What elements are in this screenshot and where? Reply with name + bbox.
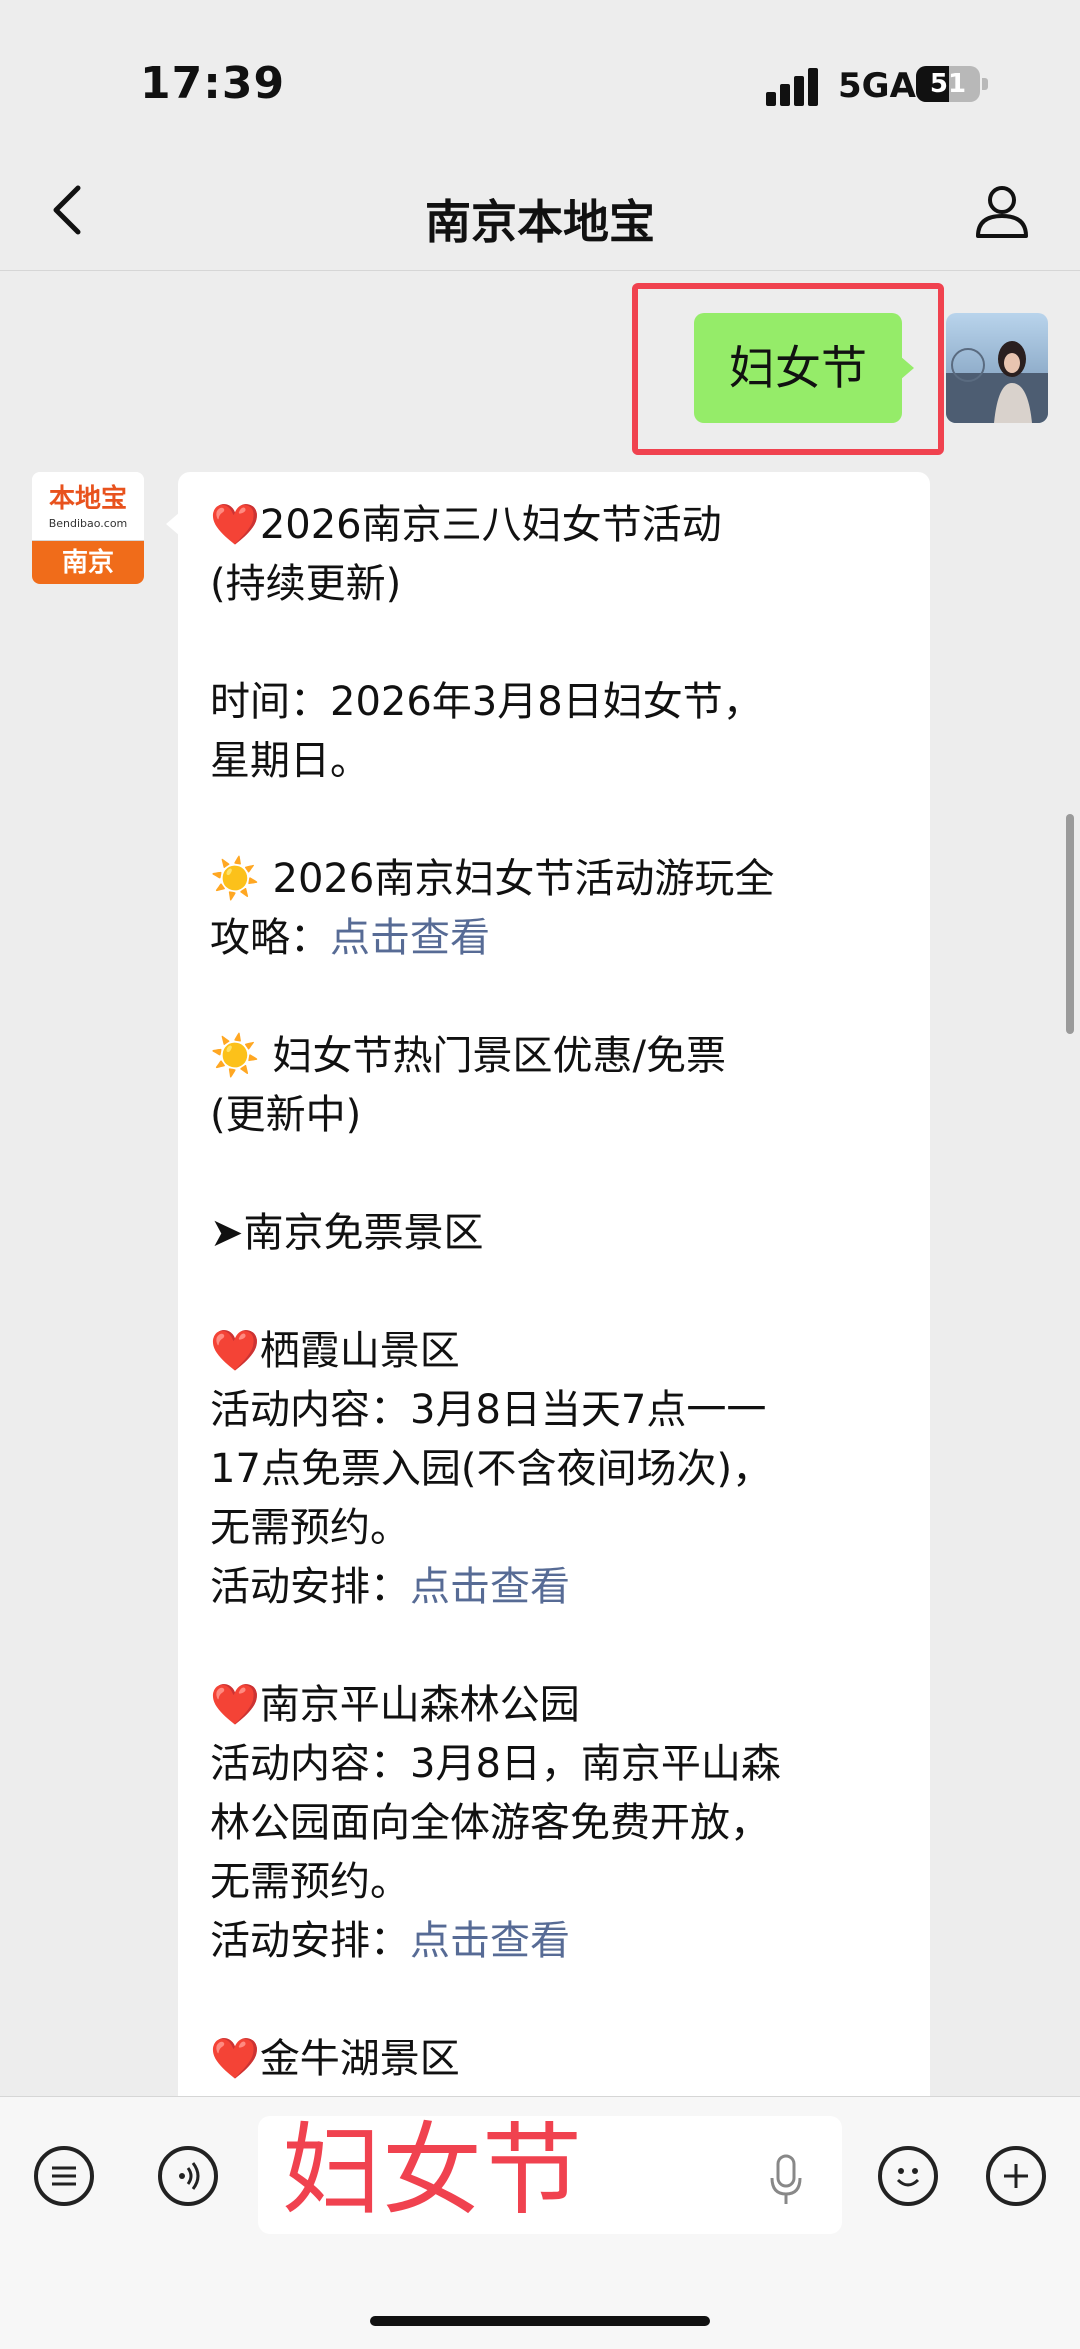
network-type: 5GA xyxy=(838,66,916,106)
view-link[interactable]: 点击查看 xyxy=(330,915,490,961)
msg-line: 时间：2026年3月8日妇女节， 星期日。 xyxy=(210,679,763,784)
message-content: ❤️2026南京三八妇女节活动 (持续更新) 时间：2026年3月8日妇女节， … xyxy=(210,496,910,2089)
msg-line: ➤南京免票景区 xyxy=(210,1210,484,1256)
msg-line: ❤️金牛湖景区 xyxy=(210,2036,460,2082)
voice-icon[interactable] xyxy=(158,2146,218,2206)
msg-line: ❤️南京平山森林公园 活动内容：3月8日，南京平山森 林公园面向全体游客免费开放… xyxy=(210,1682,781,1964)
heart-icon: ❤️ xyxy=(210,1328,260,1374)
heart-icon: ❤️ xyxy=(210,1682,260,1728)
scrollbar[interactable] xyxy=(1066,814,1074,1034)
person-icon[interactable] xyxy=(972,180,1032,240)
view-link[interactable]: 点击查看 xyxy=(410,1918,570,1964)
view-link[interactable]: 点击查看 xyxy=(410,1564,570,1610)
battery-level: 51 xyxy=(929,69,967,99)
signal-icon xyxy=(766,66,826,106)
list-icon[interactable] xyxy=(34,2146,94,2206)
input-text: 妇女节 xyxy=(282,2112,582,2229)
brand-name: 本地宝 xyxy=(48,484,127,514)
msg-line: ❤️栖霞山景区 活动内容：3月8日当天7点一一 17点免票入园(不含夜间场次)，… xyxy=(210,1328,773,1610)
brand-sub: Bendibao.com xyxy=(48,517,128,530)
home-indicator[interactable] xyxy=(370,2316,710,2326)
chat-title: 南京本地宝 xyxy=(425,195,655,249)
msg-line: ☀️ 妇女节热门景区优惠/免票 (更新中) xyxy=(210,1033,727,1138)
heart-icon: ❤️ xyxy=(210,2036,260,2082)
status-bar: 17:39 5GA 51 xyxy=(0,0,1080,170)
sent-message-bubble[interactable]: 妇女节 xyxy=(694,313,902,423)
battery-icon: 51 xyxy=(916,66,980,102)
msg-line: ❤️2026南京三八妇女节活动 (持续更新) xyxy=(210,502,722,607)
msg-line: ☀️ 2026南京妇女节活动游玩全 攻略：点击查看 xyxy=(210,856,775,961)
plus-icon[interactable] xyxy=(986,2146,1046,2206)
brand-avatar[interactable]: 本地宝 Bendibao.com 南京 xyxy=(32,472,144,584)
sun-icon: ☀️ xyxy=(210,1033,260,1079)
user-avatar[interactable] xyxy=(946,313,1048,423)
sun-icon: ☀️ xyxy=(210,856,260,902)
received-bubble-tail xyxy=(166,512,180,536)
emoji-icon[interactable] xyxy=(878,2146,938,2206)
battery-tip xyxy=(982,78,988,90)
sent-bubble-tail xyxy=(900,356,914,380)
heart-icon: ❤️ xyxy=(210,502,260,548)
status-time: 17:39 xyxy=(140,58,286,109)
mic-icon[interactable] xyxy=(762,2150,810,2210)
brand-city: 南京 xyxy=(32,540,144,584)
nav-bar: 南京本地宝 xyxy=(0,150,1080,271)
